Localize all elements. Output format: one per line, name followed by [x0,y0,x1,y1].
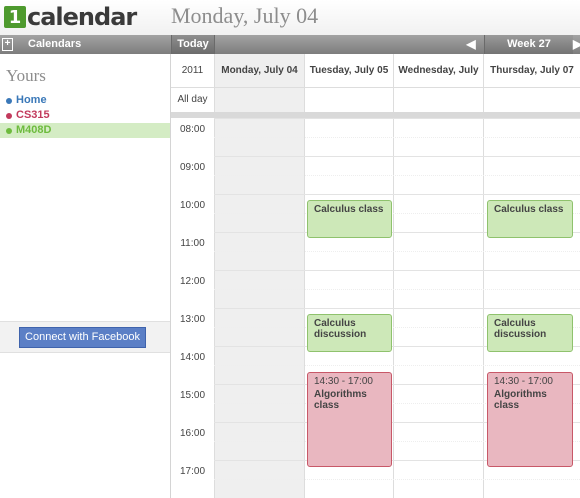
event-title: Calculus discussion [314,318,367,340]
half-hour-line [214,365,580,366]
calendar-color-dot [6,128,12,134]
day-header-thursday[interactable]: Thursday, July 07 [484,54,580,88]
current-date-title: Monday, July 04 [171,3,319,28]
event-time: 14:30 - 17:00 [494,376,553,387]
event-time: 14:30 - 17:00 [314,376,373,387]
calendar-color-dot [6,98,12,104]
event-title: Algorithms class [494,389,547,411]
calendar-item-cs315[interactable]: CS315 [0,108,170,123]
year-label: 2011 [171,54,215,88]
hour-line [214,118,580,119]
logo-text: calendar [27,3,137,31]
time-label: 17:00 [179,466,206,477]
next-week-icon[interactable]: ▶ [573,37,580,52]
event-title: Calculus discussion [494,318,547,340]
time-label: 15:00 [179,390,206,401]
time-label: 08:00 [179,124,206,135]
logo-mark: 1 [4,6,26,28]
app-logo[interactable]: 1 calendar [4,3,137,31]
event-calculus-discussion-thursday[interactable]: Calculus discussion [487,314,573,352]
event-title: Algorithms class [314,389,367,411]
half-hour-line [214,137,580,138]
calendar-item-home[interactable]: Home [0,93,170,108]
all-day-cell-thursday[interactable] [484,88,580,112]
hour-line [214,156,580,157]
toolbar: + Calendars Today ◀ Week 27 ▶ [0,35,580,54]
toggle-sidebar-icon[interactable]: + [2,38,13,51]
event-title: Calculus class [314,204,384,215]
calendar-color-dot [6,113,12,119]
calendars-header: Calendars [28,38,82,50]
event-title: Calculus class [494,204,564,215]
time-label: 10:00 [179,200,206,211]
calendar-item-label: CS315 [16,109,50,121]
event-algorithms-class-tuesday[interactable]: 14:30 - 17:00 Algorithms class [307,372,392,467]
week-label: Week 27 [484,35,573,54]
day-header-monday[interactable]: Monday, July 04 [215,54,305,88]
time-label: 16:00 [179,428,206,439]
hour-line [214,270,580,271]
time-gutter: 08:00 09:00 10:00 11:00 12:00 13:00 14:0… [171,118,215,498]
all-day-label: All day [171,88,215,112]
day-header-tuesday[interactable]: Tuesday, July 05 [305,54,394,88]
facebook-strip: Connect with Facebook [0,321,170,353]
day-header-wednesday[interactable]: Wednesday, July [394,54,484,88]
event-calculus-class-thursday[interactable]: Calculus class [487,200,573,238]
calendar-item-m408d[interactable]: M408D [0,123,170,138]
today-button[interactable]: Today [171,35,215,54]
app-header: 1 calendar Monday, July 04 [0,0,580,36]
calendar-item-label: Home [16,94,47,106]
all-day-cell-wednesday[interactable] [394,88,484,112]
all-day-cell-tuesday[interactable] [305,88,394,112]
all-day-cell-monday[interactable] [215,88,305,112]
time-label: 14:00 [179,352,206,363]
half-hour-line [214,289,580,290]
half-hour-line [214,479,580,480]
connect-facebook-button[interactable]: Connect with Facebook [19,327,146,348]
time-label: 11:00 [180,238,205,249]
event-calculus-class-tuesday[interactable]: Calculus class [307,200,392,238]
time-label: 09:00 [179,162,206,173]
hour-line [214,194,580,195]
half-hour-line [214,175,580,176]
time-label: 13:00 [179,314,206,325]
sidebar-section-title: Yours [6,66,46,85]
time-label: 12:00 [179,276,206,287]
hour-line [214,308,580,309]
week-grid: 2011 Monday, July 04 Tuesday, July 05 We… [171,54,580,498]
event-algorithms-class-thursday[interactable]: 14:30 - 17:00 Algorithms class [487,372,573,467]
calendar-item-label: M408D [16,124,52,136]
previous-week-icon[interactable]: ◀ [462,37,480,52]
sidebar: Yours Home CS315 M408D Connect with Face… [0,54,171,498]
event-calculus-discussion-tuesday[interactable]: Calculus discussion [307,314,392,352]
half-hour-line [214,251,580,252]
